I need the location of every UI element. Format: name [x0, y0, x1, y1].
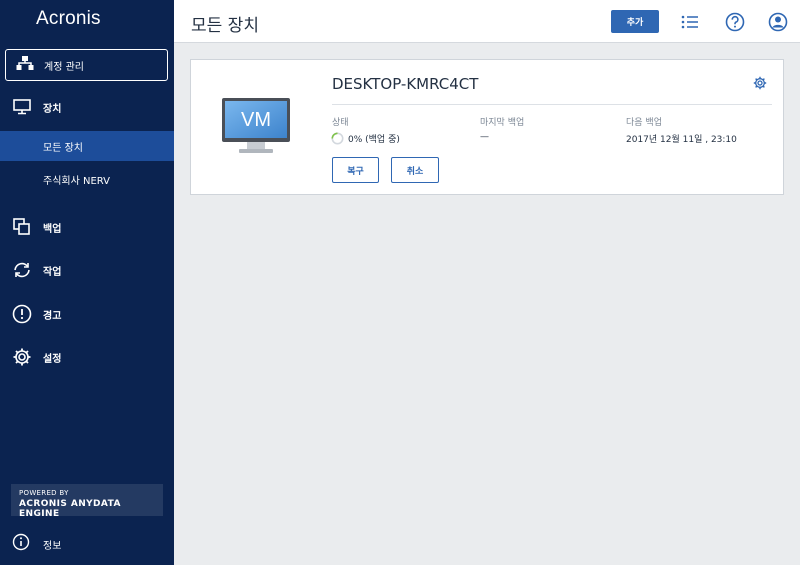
gear-icon: [12, 347, 32, 367]
next-backup-value: 2017년 12월 11일 , 23:10: [626, 135, 737, 145]
account-management-button[interactable]: 계정 관리: [5, 49, 168, 81]
last-backup-value: —: [480, 132, 489, 142]
list-view-icon[interactable]: [679, 11, 701, 33]
device-card[interactable]: VM DESKTOP-KMRC4CT 상태 0% (백업 중) 마지막 백업 —…: [190, 59, 784, 195]
device-name[interactable]: DESKTOP-KMRC4CT: [332, 75, 478, 93]
sidebar-subitem-nerv[interactable]: 주식회사 NERV: [0, 164, 174, 194]
divider: [332, 104, 772, 105]
sidebar-subitem-all-devices[interactable]: 모든 장치: [0, 131, 174, 161]
cancel-button[interactable]: 취소: [391, 157, 439, 183]
top-header: 모든 장치 추가: [174, 0, 800, 43]
sidebar: Acronis 계정 관리 장치 모든 장치 주식회사 NERV 백업 작업 경…: [0, 0, 174, 565]
sidebar-item-label: 백업: [43, 223, 62, 235]
status-value-wrap: 0% (백업 중): [331, 132, 400, 145]
sidebar-item-label: 장치: [43, 103, 62, 115]
page-title: 모든 장치: [191, 16, 259, 36]
virtual-machine-icon: VM: [221, 97, 291, 159]
sidebar-item-label: 설정: [43, 353, 62, 365]
recover-button[interactable]: 복구: [332, 157, 379, 183]
next-backup-label: 다음 백업: [626, 118, 662, 128]
sync-icon: [12, 260, 32, 280]
help-icon[interactable]: [724, 11, 746, 33]
device-settings-gear-icon[interactable]: [753, 75, 767, 94]
last-backup-label: 마지막 백업: [480, 118, 525, 128]
sidebar-item-label: 정보: [43, 540, 62, 552]
alert-icon: [12, 304, 32, 324]
sidebar-item-backup[interactable]: 백업: [0, 212, 174, 242]
sidebar-item-alerts[interactable]: 경고: [0, 299, 174, 329]
status-label: 상태: [332, 118, 349, 128]
sidebar-item-settings[interactable]: 설정: [0, 342, 174, 372]
add-button[interactable]: 추가: [611, 10, 659, 33]
monitor-icon: [12, 97, 32, 117]
vm-label: VM: [241, 109, 271, 131]
status-value: 0% (백업 중): [348, 135, 400, 145]
powered-by-text: POWERED BY: [19, 489, 69, 497]
info-icon: [12, 533, 30, 555]
copy-icon: [12, 217, 32, 237]
sidebar-item-label: 작업: [43, 266, 62, 278]
engine-name: ACRONIS ANYDATA ENGINE: [19, 499, 121, 519]
sidebar-item-info[interactable]: 정보: [0, 530, 174, 558]
org-hierarchy-icon: [16, 55, 34, 75]
sidebar-item-tasks[interactable]: 작업: [0, 255, 174, 285]
powered-by-badge: POWERED BY ACRONIS ANYDATA ENGINE: [11, 484, 163, 519]
sidebar-item-devices[interactable]: 장치: [0, 92, 174, 122]
sidebar-item-label: 경고: [43, 310, 62, 322]
acronis-logo: Acronis: [36, 8, 101, 29]
account-management-label: 계정 관리: [44, 61, 84, 73]
user-account-icon[interactable]: [767, 11, 789, 33]
progress-spinner-icon: [331, 132, 344, 145]
